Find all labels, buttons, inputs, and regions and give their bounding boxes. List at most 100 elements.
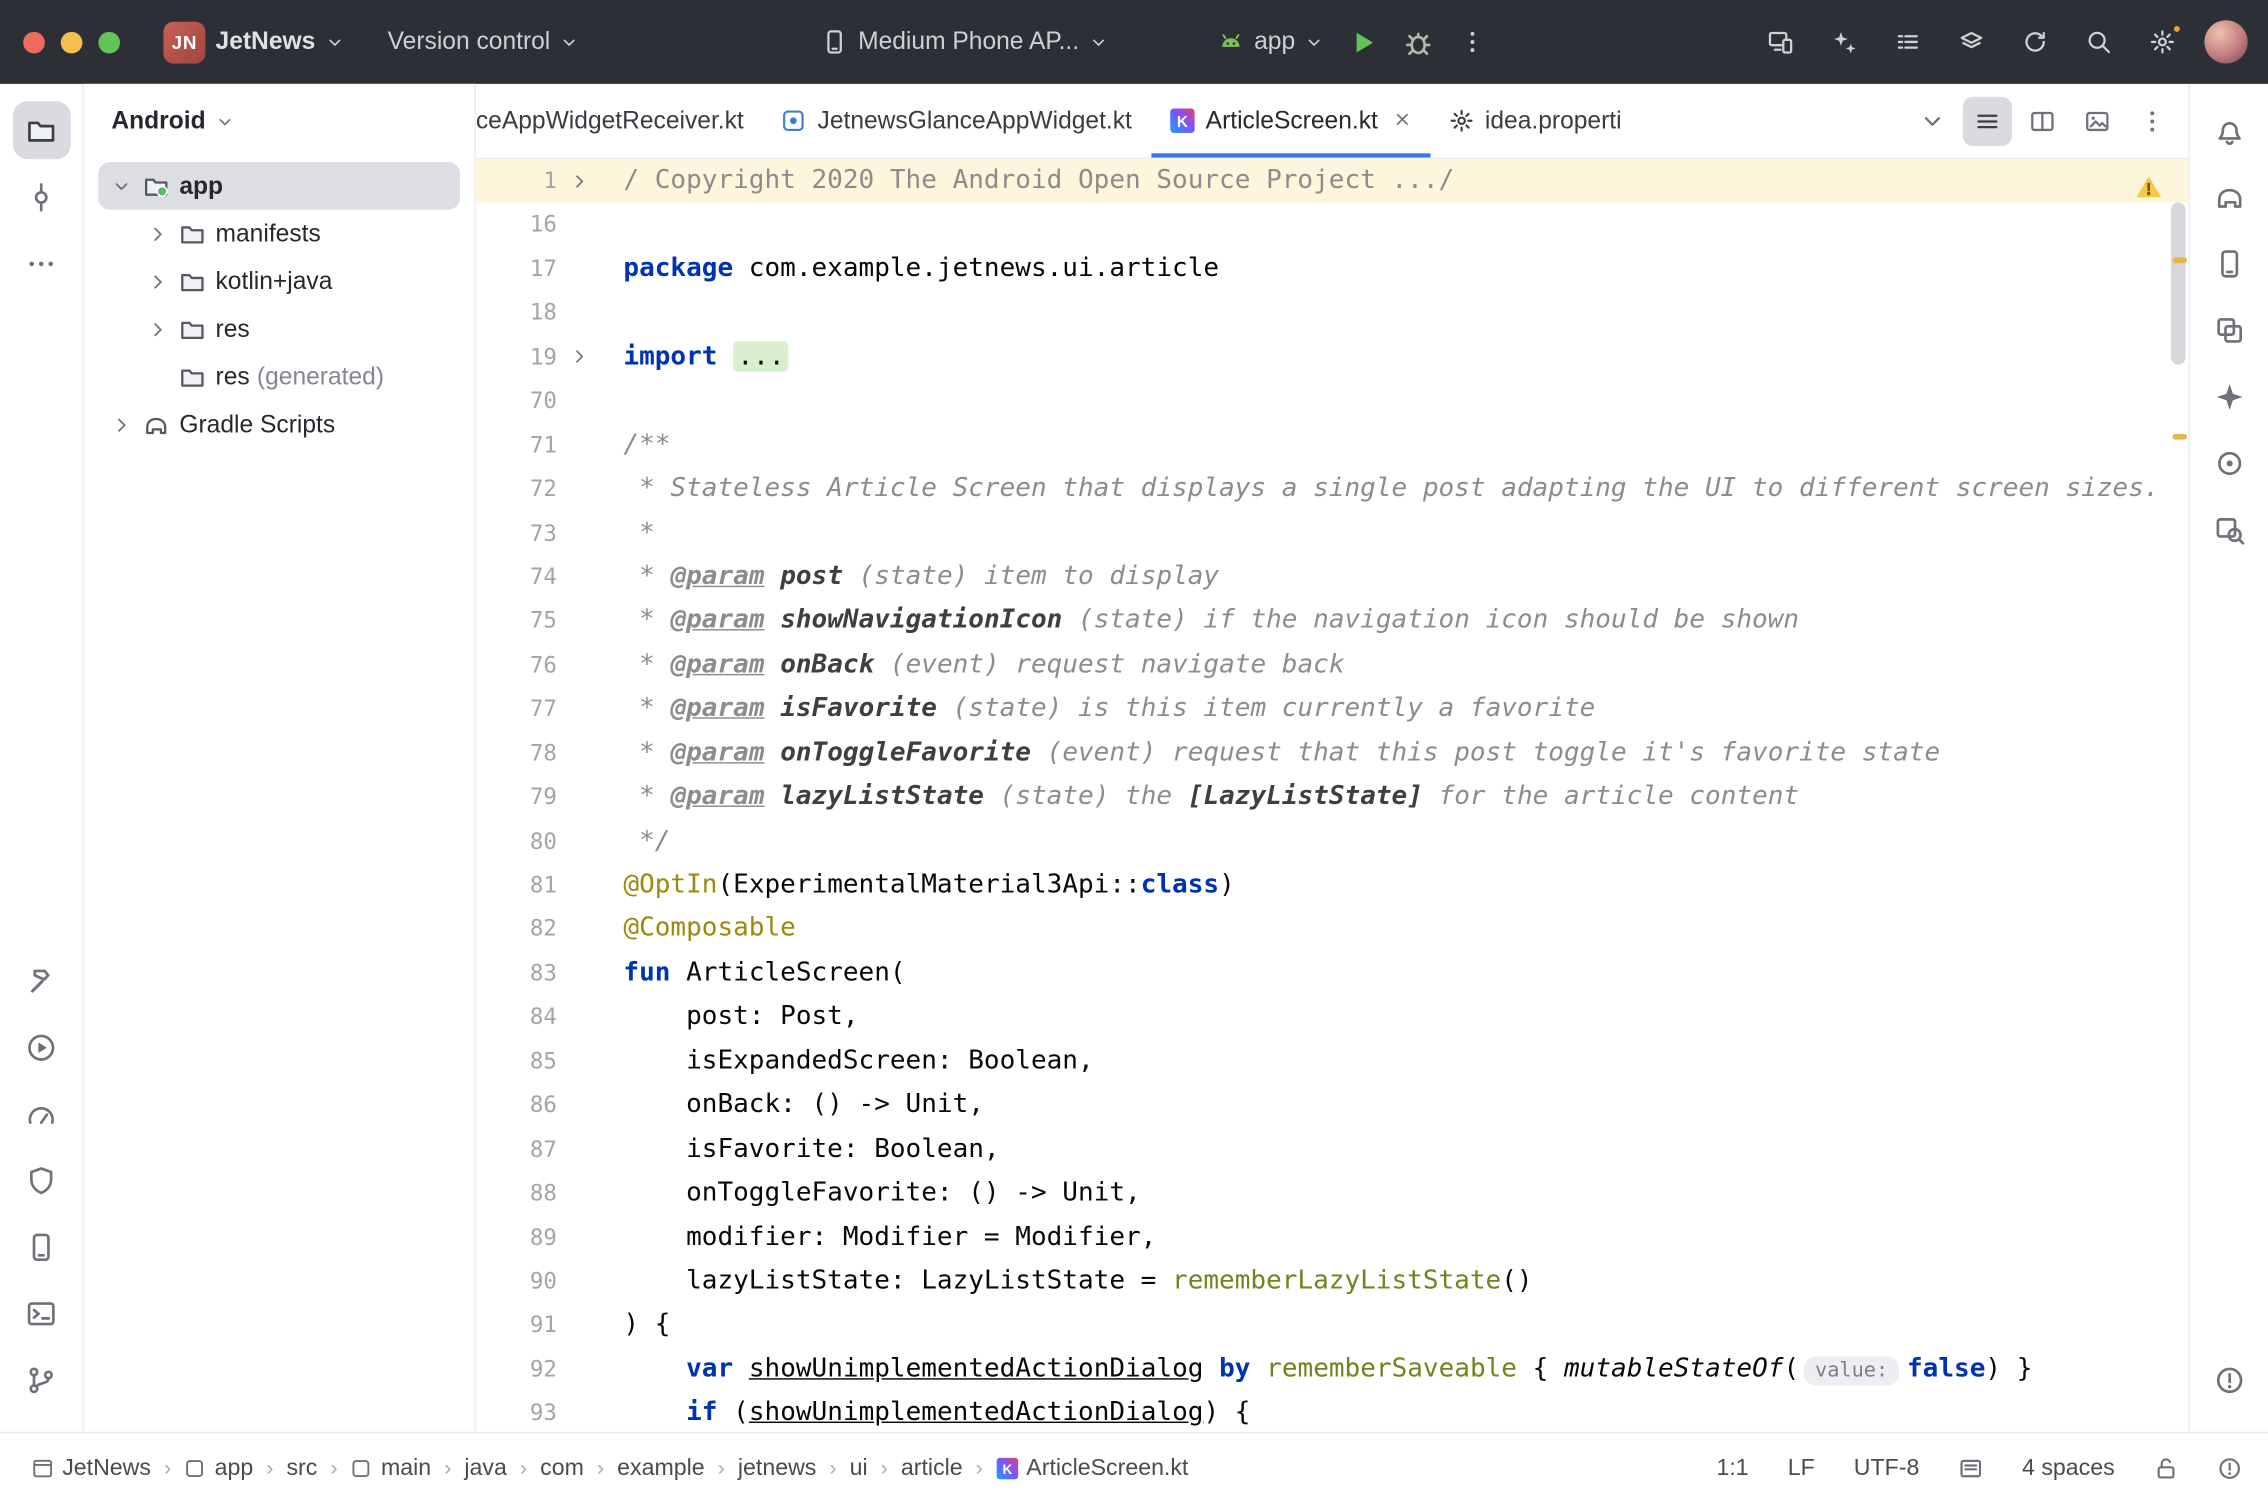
breadcrumb-item-src[interactable]: src	[286, 1456, 317, 1482]
editor-options-button[interactable]	[2128, 96, 2177, 145]
code-line[interactable]: 70	[476, 379, 2189, 423]
zoom-window-button[interactable]	[98, 31, 120, 53]
code-line[interactable]: 18	[476, 291, 2189, 335]
code-line[interactable]: 82@Composable	[476, 907, 2189, 951]
code-line[interactable]: 93 if (showUnimplementedActionDialog) {	[476, 1392, 2189, 1432]
code-line[interactable]: 80 */	[476, 819, 2189, 863]
breadcrumb-item-articlescreen-kt[interactable]: KArticleScreen.kt	[996, 1456, 1188, 1482]
breadcrumb-item-app[interactable]: app	[184, 1456, 253, 1482]
tab-articlescreen-kt[interactable]: KArticleScreen.kt	[1151, 84, 1430, 158]
scrollbar-thumb[interactable]	[2171, 202, 2185, 364]
tool-button-running-devices[interactable]	[12, 1218, 70, 1276]
code-line[interactable]: 19import ...	[476, 335, 2189, 379]
vcs-widget[interactable]: Version control	[376, 20, 591, 63]
device-manager-button[interactable]	[1753, 17, 1808, 66]
tool-button-device-explorer[interactable]	[2200, 301, 2258, 359]
code-line[interactable]: 83fun ArticleScreen(	[476, 951, 2189, 995]
run-configuration-selector[interactable]: app	[1206, 20, 1335, 63]
tool-button-project[interactable]	[12, 101, 70, 159]
tool-button-profiler[interactable]	[12, 1085, 70, 1143]
settings-button[interactable]	[2135, 17, 2190, 66]
fold-arrow-icon[interactable]	[557, 335, 600, 379]
code-line[interactable]: 84 post: Post,	[476, 995, 2189, 1039]
split-editor-button[interactable]	[2018, 96, 2067, 145]
breadcrumb-item-jetnews[interactable]: JetNews	[32, 1456, 151, 1482]
code-line[interactable]: 1/ Copyright 2020 The Android Open Sourc…	[476, 159, 2189, 203]
breadcrumb-item-jetnews[interactable]: jetnews	[738, 1456, 816, 1482]
chevron-right-icon[interactable]	[104, 414, 139, 434]
avatar[interactable]	[2204, 20, 2247, 63]
code-line[interactable]: 90 lazyListState: LazyListState = rememb…	[476, 1260, 2189, 1304]
code-editor[interactable]: 1/ Copyright 2020 The Android Open Sourc…	[476, 159, 2189, 1432]
close-tab-icon[interactable]	[1392, 106, 1411, 135]
tool-button-more-tool-windows[interactable]	[12, 234, 70, 292]
editor-list-button[interactable]	[1963, 96, 2012, 145]
editor-scrollbar[interactable]	[2168, 159, 2188, 1432]
breadcrumb-item-example[interactable]: example	[617, 1456, 704, 1482]
lock-icon[interactable]	[2154, 1456, 2179, 1481]
breadcrumb-item-ui[interactable]: ui	[850, 1456, 868, 1482]
file-encoding[interactable]: UTF-8	[1854, 1456, 1920, 1482]
inspections-warning-icon[interactable]	[2135, 174, 2162, 209]
more-run-actions-button[interactable]	[1446, 17, 1501, 66]
tool-button-device-manager[interactable]	[2200, 234, 2258, 292]
code-line[interactable]: 78 * @param onToggleFavorite (event) req…	[476, 731, 2189, 775]
code-line[interactable]: 77 * @param isFavorite (state) is this i…	[476, 687, 2189, 731]
build-analyzer-button[interactable]	[1944, 17, 1999, 66]
tool-button-notifications[interactable]	[2200, 101, 2258, 159]
gradle-sync-button[interactable]	[2008, 17, 2063, 66]
tab-ceappwidgetreceiver-kt[interactable]: ceAppWidgetReceiver.kt	[476, 84, 763, 158]
code-line[interactable]: 73 *	[476, 511, 2189, 555]
code-line[interactable]: 88 onToggleFavorite: () -> Unit,	[476, 1171, 2189, 1215]
tool-button-build[interactable]	[12, 952, 70, 1010]
tool-button-terminal[interactable]	[12, 1284, 70, 1342]
task-list-button[interactable]	[1880, 17, 1935, 66]
tool-button-commit[interactable]	[12, 168, 70, 226]
tool-button-gemini[interactable]	[2200, 367, 2258, 425]
code-line[interactable]: 72 * Stateless Article Screen that displ…	[476, 467, 2189, 511]
code-line[interactable]: 79 * @param lazyListState (state) the [L…	[476, 775, 2189, 819]
indent-setting[interactable]: 4 spaces	[2022, 1456, 2115, 1482]
hidden-tabs-button[interactable]	[1908, 96, 1957, 145]
code-line[interactable]: 75 * @param showNavigationIcon (state) i…	[476, 599, 2189, 643]
caret-position[interactable]: 1:1	[1716, 1456, 1748, 1482]
code-line[interactable]: 89 modifier: Modifier = Modifier,	[476, 1215, 2189, 1259]
tool-button-run[interactable]	[12, 1018, 70, 1076]
code-line[interactable]: 17package com.example.jetnews.ui.article	[476, 247, 2189, 291]
code-line[interactable]: 71/**	[476, 423, 2189, 467]
tab-idea-properti[interactable]: idea.properti	[1430, 84, 1640, 158]
code-line[interactable]: 87 isFavorite: Boolean,	[476, 1127, 2189, 1171]
tree-item-res[interactable]: res(generated)	[98, 353, 460, 401]
tool-button-app-inspection[interactable]	[2200, 434, 2258, 492]
tool-button-problems[interactable]	[2200, 1351, 2258, 1409]
chevron-right-icon[interactable]	[140, 319, 175, 339]
ai-assistant-button[interactable]	[1817, 17, 1872, 66]
tree-item-app[interactable]: app	[98, 162, 460, 210]
breadcrumb-item-java[interactable]: java	[464, 1456, 506, 1482]
debug-button[interactable]	[1391, 17, 1446, 66]
run-button[interactable]	[1336, 17, 1391, 66]
code-line[interactable]: 74 * @param post (state) item to display	[476, 555, 2189, 599]
chevron-down-icon[interactable]	[104, 176, 139, 196]
search-everywhere-button[interactable]	[2071, 17, 2126, 66]
chevron-right-icon[interactable]	[140, 223, 175, 243]
chevron-right-icon[interactable]	[140, 271, 175, 291]
code-line[interactable]: 86 onBack: () -> Unit,	[476, 1083, 2189, 1127]
breadcrumb-item-article[interactable]: article	[901, 1456, 963, 1482]
tool-button-app-quality-insights[interactable]	[12, 1151, 70, 1209]
code-line[interactable]: 81@OptIn(ExperimentalMaterial3Api::class…	[476, 863, 2189, 907]
tree-item-kotlin-java[interactable]: kotlin+java	[98, 257, 460, 305]
device-selector[interactable]: Medium Phone AP...	[810, 20, 1119, 63]
inspections-status-icon[interactable]	[2217, 1456, 2242, 1481]
tool-button-layout-inspector[interactable]	[2200, 500, 2258, 558]
minimize-window-button[interactable]	[61, 31, 83, 53]
tab-jetnewsglanceappwidget-kt[interactable]: JetnewsGlanceAppWidget.kt	[763, 84, 1151, 158]
tree-item-manifests[interactable]: manifests	[98, 210, 460, 258]
code-line[interactable]: 16	[476, 203, 2189, 247]
line-separator[interactable]: LF	[1788, 1456, 1815, 1482]
tree-item-res[interactable]: res	[98, 305, 460, 353]
breadcrumb-item-com[interactable]: com	[540, 1456, 584, 1482]
fold-arrow-icon[interactable]	[557, 159, 600, 203]
project-widget[interactable]: JN JetNews	[152, 14, 356, 70]
tool-button-version-control[interactable]	[12, 1351, 70, 1409]
